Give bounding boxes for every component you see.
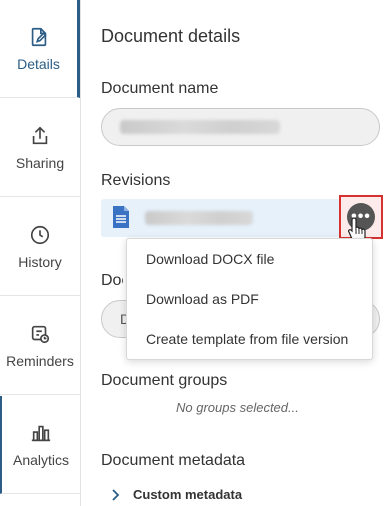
blurred-document-name <box>120 120 280 134</box>
sidebar-item-sharing[interactable]: Sharing <box>0 99 80 197</box>
obscured-section-label: Doc <box>101 272 123 289</box>
sidebar-item-label: Details <box>17 55 60 72</box>
chevron-right-icon <box>112 488 120 501</box>
bar-chart-icon <box>31 425 51 441</box>
document-file-icon <box>113 206 129 228</box>
menu-item-download-docx[interactable]: Download DOCX file <box>127 239 372 279</box>
document-metadata-label: Document metadata <box>101 452 246 469</box>
sidebar-item-analytics[interactable]: Analytics <box>0 396 80 494</box>
document-details-panel: Document details Document name Revisions… <box>81 0 389 506</box>
menu-item-download-pdf[interactable]: Download as PDF <box>127 279 372 319</box>
document-groups-placeholder[interactable]: No groups selected... <box>176 400 299 415</box>
menu-item-create-template[interactable]: Create template from file version <box>127 319 372 359</box>
blurred-revision-name <box>145 211 253 225</box>
document-groups-label: Document groups <box>101 372 228 389</box>
custom-metadata-label: Custom metadata <box>133 487 243 502</box>
revision-context-menu: Download DOCX file Download as PDF Creat… <box>126 238 373 360</box>
sidebar-item-details[interactable]: Details <box>0 0 80 98</box>
document-name-field[interactable] <box>101 108 380 146</box>
sidebar-item-history[interactable]: History <box>0 198 80 296</box>
custom-metadata-toggle[interactable]: Custom metadata <box>111 487 242 502</box>
sidebar-item-label: Reminders <box>6 352 74 369</box>
document-edit-icon <box>31 27 47 46</box>
sidebar-item-label: History <box>18 253 62 270</box>
sidebar-item-label: Sharing <box>15 154 65 171</box>
revisions-label: Revisions <box>101 172 171 189</box>
document-name-label: Document name <box>101 80 219 97</box>
clock-icon <box>30 225 50 244</box>
sidebar: Details Sharing History Reminders Analyt… <box>0 0 81 506</box>
sidebar-item-reminders[interactable]: Reminders <box>0 297 80 395</box>
sidebar-item-label: Analytics <box>12 451 70 468</box>
share-upload-icon <box>32 126 48 144</box>
page-title: Document details <box>101 26 241 46</box>
reminder-icon <box>31 325 50 343</box>
